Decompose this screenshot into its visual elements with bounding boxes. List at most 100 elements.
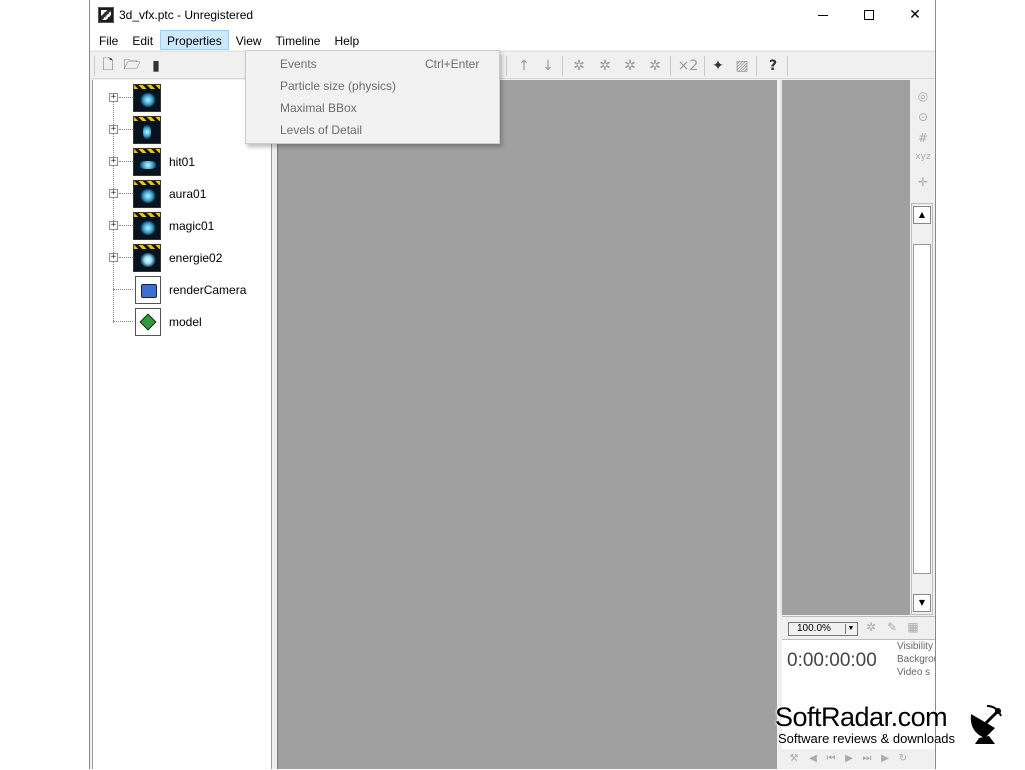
expand-icon[interactable]: +	[109, 221, 118, 230]
minimize-button[interactable]	[800, 0, 846, 30]
menu-edit[interactable]: Edit	[125, 30, 160, 50]
tree-item[interactable]: + aura01	[93, 180, 273, 208]
new-file-button[interactable]: 🗋	[98, 56, 118, 76]
menu-item-label: Maximal BBox	[280, 101, 357, 115]
tree-item-label: aura01	[169, 187, 207, 201]
background-label: Background	[897, 654, 935, 665]
expand-icon[interactable]: +	[109, 189, 118, 198]
menu-help[interactable]: Help	[327, 30, 366, 50]
tree-item[interactable]: + energie02	[93, 244, 273, 272]
effect-thumbnail-icon	[133, 116, 161, 144]
scroll-up-button[interactable]: ▲	[913, 206, 931, 224]
effect-thumbnail-icon	[133, 212, 161, 240]
app-icon	[98, 7, 114, 23]
scroll-down-button[interactable]: ▼	[913, 594, 931, 612]
toolbar-separator	[562, 56, 563, 76]
scene-tree-panel: + + + hit01 + aura01 + magic01 + energie…	[92, 80, 272, 769]
effect-thumbnail-icon	[133, 148, 161, 176]
window-title: 3d_vfx.ptc - Unregistered	[119, 8, 254, 22]
effect-thumbnail-icon	[133, 84, 161, 112]
menu-item-events[interactable]: Events Ctrl+Enter	[246, 53, 499, 75]
preview-panel[interactable]	[780, 80, 910, 615]
toolbar-separator	[94, 56, 95, 76]
multiply-x2-icon: ×2	[677, 58, 699, 74]
move-up-button[interactable]: ↑	[514, 56, 534, 76]
maximize-icon	[864, 10, 874, 20]
multiply-button[interactable]: ×2	[676, 56, 700, 76]
toolbar-separator	[670, 56, 671, 76]
visibility-label: Visibility	[897, 641, 933, 652]
crosshair-icon[interactable]: ✛	[915, 175, 931, 191]
expand-icon[interactable]: +	[109, 157, 118, 166]
camera-icon	[135, 276, 161, 304]
menu-file[interactable]: File	[92, 30, 125, 50]
zoom-select[interactable]: 100.0% ▼	[788, 622, 858, 636]
menu-item-levels-of-detail[interactable]: Levels of Detail	[246, 119, 499, 141]
expand-icon[interactable]: +	[109, 125, 118, 134]
tree-item[interactable]: + magic01	[93, 212, 273, 240]
target-icon[interactable]: ⊙	[915, 110, 931, 126]
help-icon: ?	[768, 58, 778, 74]
properties-menu: Events Ctrl+Enter Particle size (physics…	[245, 50, 500, 144]
axis-icon[interactable]: xyz	[915, 152, 931, 168]
chevron-down-icon[interactable]: ▼	[845, 624, 856, 634]
node-graph-icon: ✲	[573, 58, 585, 74]
tree-item-label: energie02	[169, 251, 223, 265]
effect-thumbnail-icon	[133, 244, 161, 272]
toolbar-separator	[704, 56, 705, 76]
maximize-button[interactable]	[846, 0, 892, 30]
move-down-button[interactable]: ↓	[538, 56, 558, 76]
maple-leaf-button[interactable]: ✦	[708, 56, 728, 76]
link-icon[interactable]: ✲	[862, 620, 880, 638]
image-icon: ▨	[735, 58, 749, 74]
help-button[interactable]: ?	[763, 56, 783, 76]
tree-item-label: magic01	[169, 219, 215, 233]
title-bar: 3d_vfx.ptc - Unregistered ✕	[90, 0, 935, 30]
node-graph-icon: ✲	[599, 58, 611, 74]
model-icon	[135, 308, 161, 336]
open-file-button[interactable]: 🗁	[122, 56, 142, 76]
menu-item-particle-size[interactable]: Particle size (physics)	[246, 75, 499, 97]
menu-timeline[interactable]: Timeline	[269, 30, 328, 50]
node-tool-3-button[interactable]: ✲	[620, 56, 640, 76]
orbit-icon[interactable]: ◎	[915, 89, 931, 105]
render-viewport[interactable]	[277, 80, 777, 769]
arrow-up-icon: ↑	[518, 58, 530, 74]
node-tool-2-button[interactable]: ✲	[595, 56, 615, 76]
scroll-thumb[interactable]	[913, 244, 931, 574]
save-file-button[interactable]: ▮	[146, 56, 166, 76]
image-button[interactable]: ▨	[732, 56, 752, 76]
menu-item-shortcut: Ctrl+Enter	[425, 57, 480, 71]
maple-leaf-icon: ✦	[712, 58, 724, 74]
satellite-dish-icon	[970, 705, 1002, 744]
toolbar: 🗋 🗁 ▮ ⚑ ▣ ⇶ ✕ ↑ ↓ ✲ ✲ ✲ ✲ ×2 ✦ ▨ ?	[90, 51, 935, 79]
close-icon: ✕	[909, 7, 921, 23]
layout-icon[interactable]: ▦	[904, 620, 922, 638]
vertical-scrollbar[interactable]: ▲ ▼	[911, 203, 933, 615]
node-tool-4-button[interactable]: ✲	[645, 56, 665, 76]
video-label: Video s	[897, 667, 931, 678]
toolbar-separator	[787, 56, 788, 76]
tree-item-label: hit01	[169, 155, 196, 169]
tree-item[interactable]: + hit01	[93, 148, 273, 176]
pencil-icon[interactable]: ✎	[883, 620, 901, 638]
menu-item-label: Particle size (physics)	[280, 79, 397, 93]
menu-view[interactable]: View	[229, 30, 269, 50]
minimize-icon	[818, 14, 828, 16]
menu-item-label: Levels of Detail	[280, 123, 363, 137]
tree-item[interactable]: model	[93, 308, 273, 336]
menu-properties[interactable]: Properties	[160, 30, 229, 50]
save-icon: ▮	[152, 58, 160, 74]
expand-icon[interactable]: +	[109, 253, 118, 262]
arrow-down-icon: ↓	[542, 58, 554, 74]
expand-icon[interactable]: +	[109, 93, 118, 102]
watermark-subtitle: Software reviews & downloads	[778, 731, 956, 746]
grid-icon[interactable]: #	[915, 131, 931, 147]
close-button[interactable]: ✕	[892, 0, 938, 30]
watermark: SoftRadar.com Software reviews & downloa…	[775, 702, 1025, 762]
watermark-title: SoftRadar.com	[775, 702, 948, 732]
new-file-icon: 🗋	[102, 57, 114, 73]
tree-item[interactable]: renderCamera	[93, 276, 273, 304]
node-tool-1-button[interactable]: ✲	[569, 56, 589, 76]
menu-item-maximal-bbox[interactable]: Maximal BBox	[246, 97, 499, 119]
